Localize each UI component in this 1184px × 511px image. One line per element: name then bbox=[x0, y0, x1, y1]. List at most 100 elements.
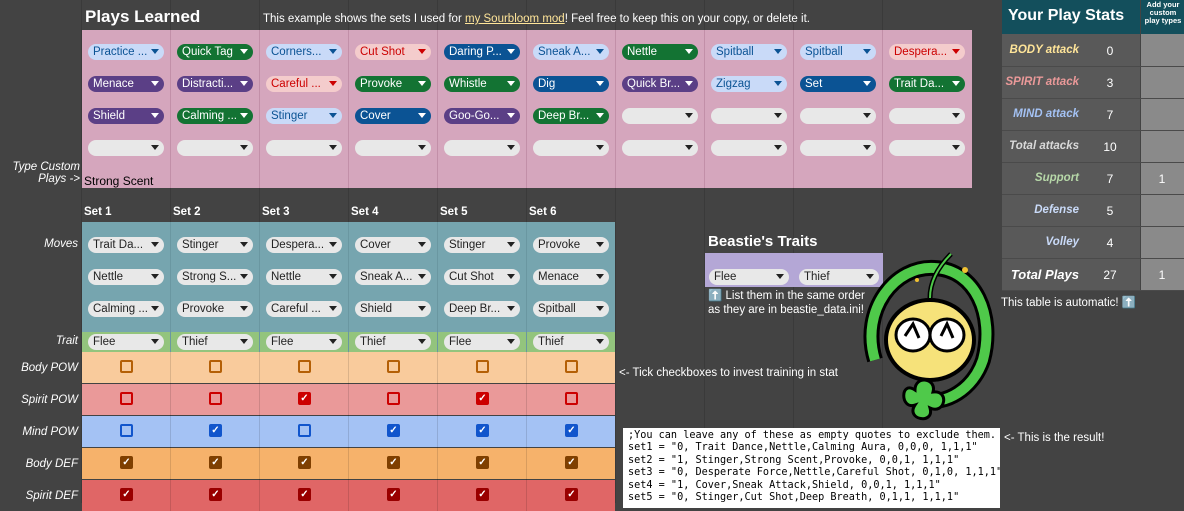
training-checkbox-mind_pow-set6[interactable]: ✓ bbox=[565, 424, 578, 437]
play-slot-r3-c8[interactable] bbox=[711, 108, 787, 124]
move-slot-r3-set5[interactable]: Deep Br... bbox=[444, 301, 520, 317]
play-slot-r2-c4[interactable]: Provoke bbox=[355, 76, 431, 92]
move-slot-r2-set6[interactable]: Menace bbox=[533, 269, 609, 285]
custom-stat-value-4[interactable]: 1 bbox=[1140, 172, 1184, 186]
play-slot-r4-c2[interactable] bbox=[177, 140, 253, 156]
play-slot-r1-c6[interactable]: Sneak A... bbox=[533, 44, 609, 60]
play-slot-r4-c9[interactable] bbox=[800, 140, 876, 156]
training-checkbox-spirit_def-set1[interactable]: ✓ bbox=[120, 488, 133, 501]
training-checkbox-spirit_def-set6[interactable]: ✓ bbox=[565, 488, 578, 501]
move-slot-r1-set1[interactable]: Trait Da... bbox=[88, 237, 164, 253]
trait-slot-1[interactable]: Flee bbox=[709, 269, 789, 285]
training-checkbox-body_pow-set5[interactable] bbox=[476, 360, 489, 373]
play-slot-r4-c1[interactable] bbox=[88, 140, 164, 156]
play-slot-r3-c10[interactable] bbox=[889, 108, 965, 124]
play-slot-r2-c7[interactable]: Quick Br... bbox=[622, 76, 698, 92]
training-checkbox-mind_pow-set1[interactable] bbox=[120, 424, 133, 437]
training-checkbox-mind_pow-set3[interactable] bbox=[298, 424, 311, 437]
training-checkbox-body_def-set3[interactable]: ✓ bbox=[298, 456, 311, 469]
play-slot-r1-c3[interactable]: Corners... bbox=[266, 44, 342, 60]
move-slot-r1-set2[interactable]: Stinger bbox=[177, 237, 253, 253]
training-checkbox-mind_pow-set4[interactable]: ✓ bbox=[387, 424, 400, 437]
training-checkbox-spirit_def-set5[interactable]: ✓ bbox=[476, 488, 489, 501]
play-slot-r2-c3[interactable]: Careful ... bbox=[266, 76, 342, 92]
play-slot-r1-c10[interactable]: Despera... bbox=[889, 44, 965, 60]
play-slot-r4-c10[interactable] bbox=[889, 140, 965, 156]
play-slot-r1-c5[interactable]: Daring P... bbox=[444, 44, 520, 60]
trait-select-set4[interactable]: Thief bbox=[355, 334, 431, 350]
trait-select-set1[interactable]: Flee bbox=[88, 334, 164, 350]
move-slot-r1-set3[interactable]: Despera... bbox=[266, 237, 342, 253]
play-slot-r4-c8[interactable] bbox=[711, 140, 787, 156]
training-checkbox-spirit_def-set2[interactable]: ✓ bbox=[209, 488, 222, 501]
play-slot-r2-c8[interactable]: Zigzag bbox=[711, 76, 787, 92]
training-checkbox-body_def-set5[interactable]: ✓ bbox=[476, 456, 489, 469]
move-slot-r1-set5[interactable]: Stinger bbox=[444, 237, 520, 253]
play-slot-r1-c1[interactable]: Practice ... bbox=[88, 44, 164, 60]
move-slot-r3-set6[interactable]: Spitball bbox=[533, 301, 609, 317]
play-slot-r3-c2[interactable]: Calming ... bbox=[177, 108, 253, 124]
play-slot-r2-c6[interactable]: Dig bbox=[533, 76, 609, 92]
play-slot-r3-c3[interactable]: Stinger bbox=[266, 108, 342, 124]
move-slot-r1-set4[interactable]: Cover bbox=[355, 237, 431, 253]
training-checkbox-body_pow-set2[interactable] bbox=[209, 360, 222, 373]
play-slot-r4-c3[interactable] bbox=[266, 140, 342, 156]
training-checkbox-mind_pow-set2[interactable]: ✓ bbox=[209, 424, 222, 437]
play-slot-r3-c7[interactable] bbox=[622, 108, 698, 124]
play-slot-r1-c4[interactable]: Cut Shot bbox=[355, 44, 431, 60]
move-slot-r2-set4[interactable]: Sneak A... bbox=[355, 269, 431, 285]
play-slot-r4-c6[interactable] bbox=[533, 140, 609, 156]
play-slot-r1-c8[interactable]: Spitball bbox=[711, 44, 787, 60]
result-code-block[interactable]: ;You can leave any of these as empty quo… bbox=[623, 428, 1000, 508]
play-slot-r1-c2[interactable]: Quick Tag bbox=[177, 44, 253, 60]
play-slot-r3-c1[interactable]: Shield bbox=[88, 108, 164, 124]
training-checkbox-mind_pow-set5[interactable]: ✓ bbox=[476, 424, 489, 437]
move-slot-r2-set5[interactable]: Cut Shot bbox=[444, 269, 520, 285]
training-checkbox-body_pow-set1[interactable] bbox=[120, 360, 133, 373]
custom-stat-value-7[interactable]: 1 bbox=[1140, 268, 1184, 282]
move-slot-r2-set3[interactable]: Nettle bbox=[266, 269, 342, 285]
play-slot-r2-c1[interactable]: Menace bbox=[88, 76, 164, 92]
move-slot-r2-set2[interactable]: Strong S... bbox=[177, 269, 253, 285]
training-checkbox-body_def-set4[interactable]: ✓ bbox=[387, 456, 400, 469]
move-slot-r3-set2[interactable]: Provoke bbox=[177, 301, 253, 317]
play-slot-r2-c5[interactable]: Whistle bbox=[444, 76, 520, 92]
play-slot-r3-c4[interactable]: Cover bbox=[355, 108, 431, 124]
play-slot-r4-c4[interactable] bbox=[355, 140, 431, 156]
play-slot-r3-c9[interactable] bbox=[800, 108, 876, 124]
training-checkbox-body_def-set1[interactable]: ✓ bbox=[120, 456, 133, 469]
sourbloom-mod-link[interactable]: my Sourbloom mod bbox=[465, 13, 565, 25]
move-slot-r3-set4[interactable]: Shield bbox=[355, 301, 431, 317]
training-checkbox-spirit_pow-set3[interactable]: ✓ bbox=[298, 392, 311, 405]
move-slot-r1-set6[interactable]: Provoke bbox=[533, 237, 609, 253]
training-checkbox-body_pow-set3[interactable] bbox=[298, 360, 311, 373]
trait-select-set6[interactable]: Thief bbox=[533, 334, 609, 350]
trait-select-set5[interactable]: Flee bbox=[444, 334, 520, 350]
play-slot-r3-c5[interactable]: Goo-Go... bbox=[444, 108, 520, 124]
custom-play-input[interactable]: Strong Scent bbox=[84, 174, 153, 188]
play-slot-r1-c9[interactable]: Spitball bbox=[800, 44, 876, 60]
training-checkbox-spirit_pow-set5[interactable]: ✓ bbox=[476, 392, 489, 405]
move-slot-r3-set3[interactable]: Careful ... bbox=[266, 301, 342, 317]
move-slot-r2-set1[interactable]: Nettle bbox=[88, 269, 164, 285]
play-slot-r1-c7[interactable]: Nettle bbox=[622, 44, 698, 60]
play-slot-r4-c7[interactable] bbox=[622, 140, 698, 156]
play-slot-r2-c2[interactable]: Distracti... bbox=[177, 76, 253, 92]
training-checkbox-body_def-set6[interactable]: ✓ bbox=[565, 456, 578, 469]
training-checkbox-spirit_pow-set2[interactable] bbox=[209, 392, 222, 405]
training-checkbox-spirit_pow-set6[interactable] bbox=[565, 392, 578, 405]
training-checkbox-body_pow-set4[interactable] bbox=[387, 360, 400, 373]
trait-select-set3[interactable]: Flee bbox=[266, 334, 342, 350]
trait-select-set2[interactable]: Thief bbox=[177, 334, 253, 350]
training-checkbox-spirit_pow-set1[interactable] bbox=[120, 392, 133, 405]
training-checkbox-body_pow-set6[interactable] bbox=[565, 360, 578, 373]
play-slot-r2-c10[interactable]: Trait Da... bbox=[889, 76, 965, 92]
play-slot-r4-c5[interactable] bbox=[444, 140, 520, 156]
training-checkbox-body_def-set2[interactable]: ✓ bbox=[209, 456, 222, 469]
training-checkbox-spirit_pow-set4[interactable] bbox=[387, 392, 400, 405]
play-slot-r2-c9[interactable]: Set bbox=[800, 76, 876, 92]
play-slot-r3-c6[interactable]: Deep Br... bbox=[533, 108, 609, 124]
training-checkbox-spirit_def-set3[interactable]: ✓ bbox=[298, 488, 311, 501]
move-slot-r3-set1[interactable]: Calming ... bbox=[88, 301, 164, 317]
training-checkbox-spirit_def-set4[interactable]: ✓ bbox=[387, 488, 400, 501]
